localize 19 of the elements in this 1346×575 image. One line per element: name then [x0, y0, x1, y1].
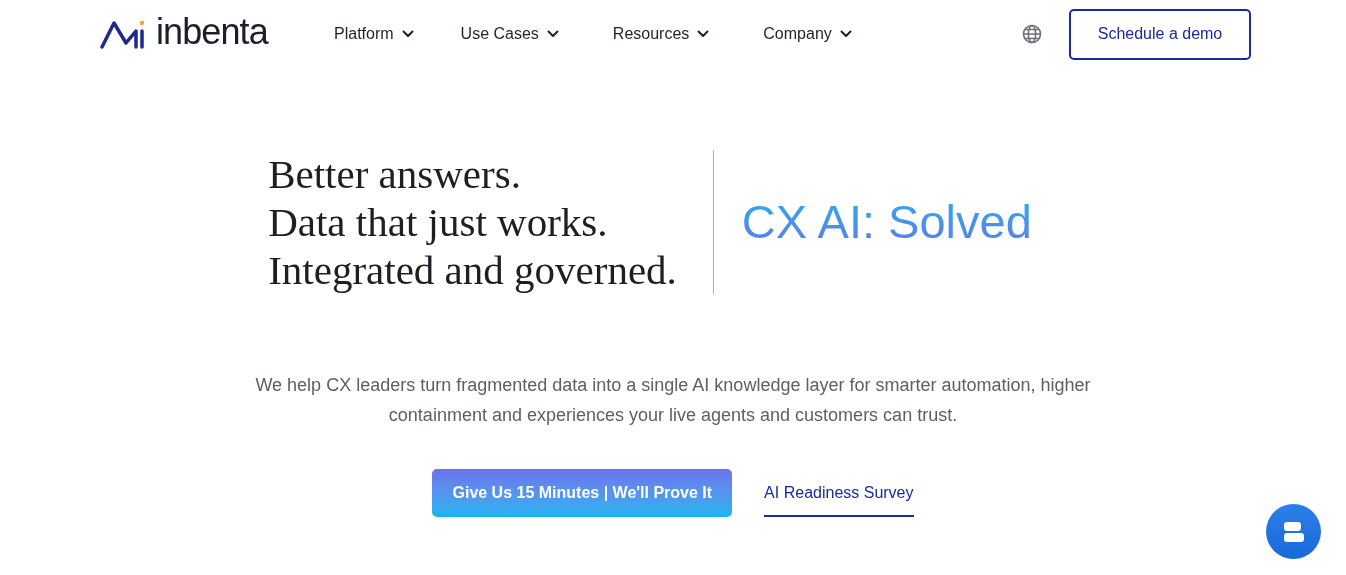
headline-line: Integrated and governed.: [268, 246, 677, 294]
nav-link[interactable]: Company: [763, 22, 852, 46]
chevron-down-icon: [839, 30, 852, 38]
globe-icon[interactable]: [1022, 24, 1042, 44]
survey-link[interactable]: AI Readiness Survey: [764, 469, 914, 517]
chevron-down-icon: [401, 30, 414, 38]
logo-icon: [100, 19, 146, 49]
chat-icon: [1281, 520, 1306, 543]
headline-line: Better answers.: [268, 150, 522, 198]
chevron-down-icon: [546, 30, 559, 38]
nav-link[interactable]: Resources: [612, 22, 710, 46]
chevron-down-icon: [697, 30, 710, 38]
headline-line: Data that just works.: [268, 198, 609, 246]
description: We help CX leaders turn fragmented data into a single AI knowledge layer for smarter automation, higher containment and experiences your live agents and customers can trust.: [254, 374, 1092, 427]
schedule-demo-button[interactable]: Schedule a demo: [1069, 8, 1251, 60]
logo-text: inbenta: [156, 14, 268, 50]
nav-link[interactable]: Use Cases: [460, 22, 559, 46]
chat-button[interactable]: [1266, 504, 1321, 559]
nav-link[interactable]: Platform: [334, 22, 414, 46]
